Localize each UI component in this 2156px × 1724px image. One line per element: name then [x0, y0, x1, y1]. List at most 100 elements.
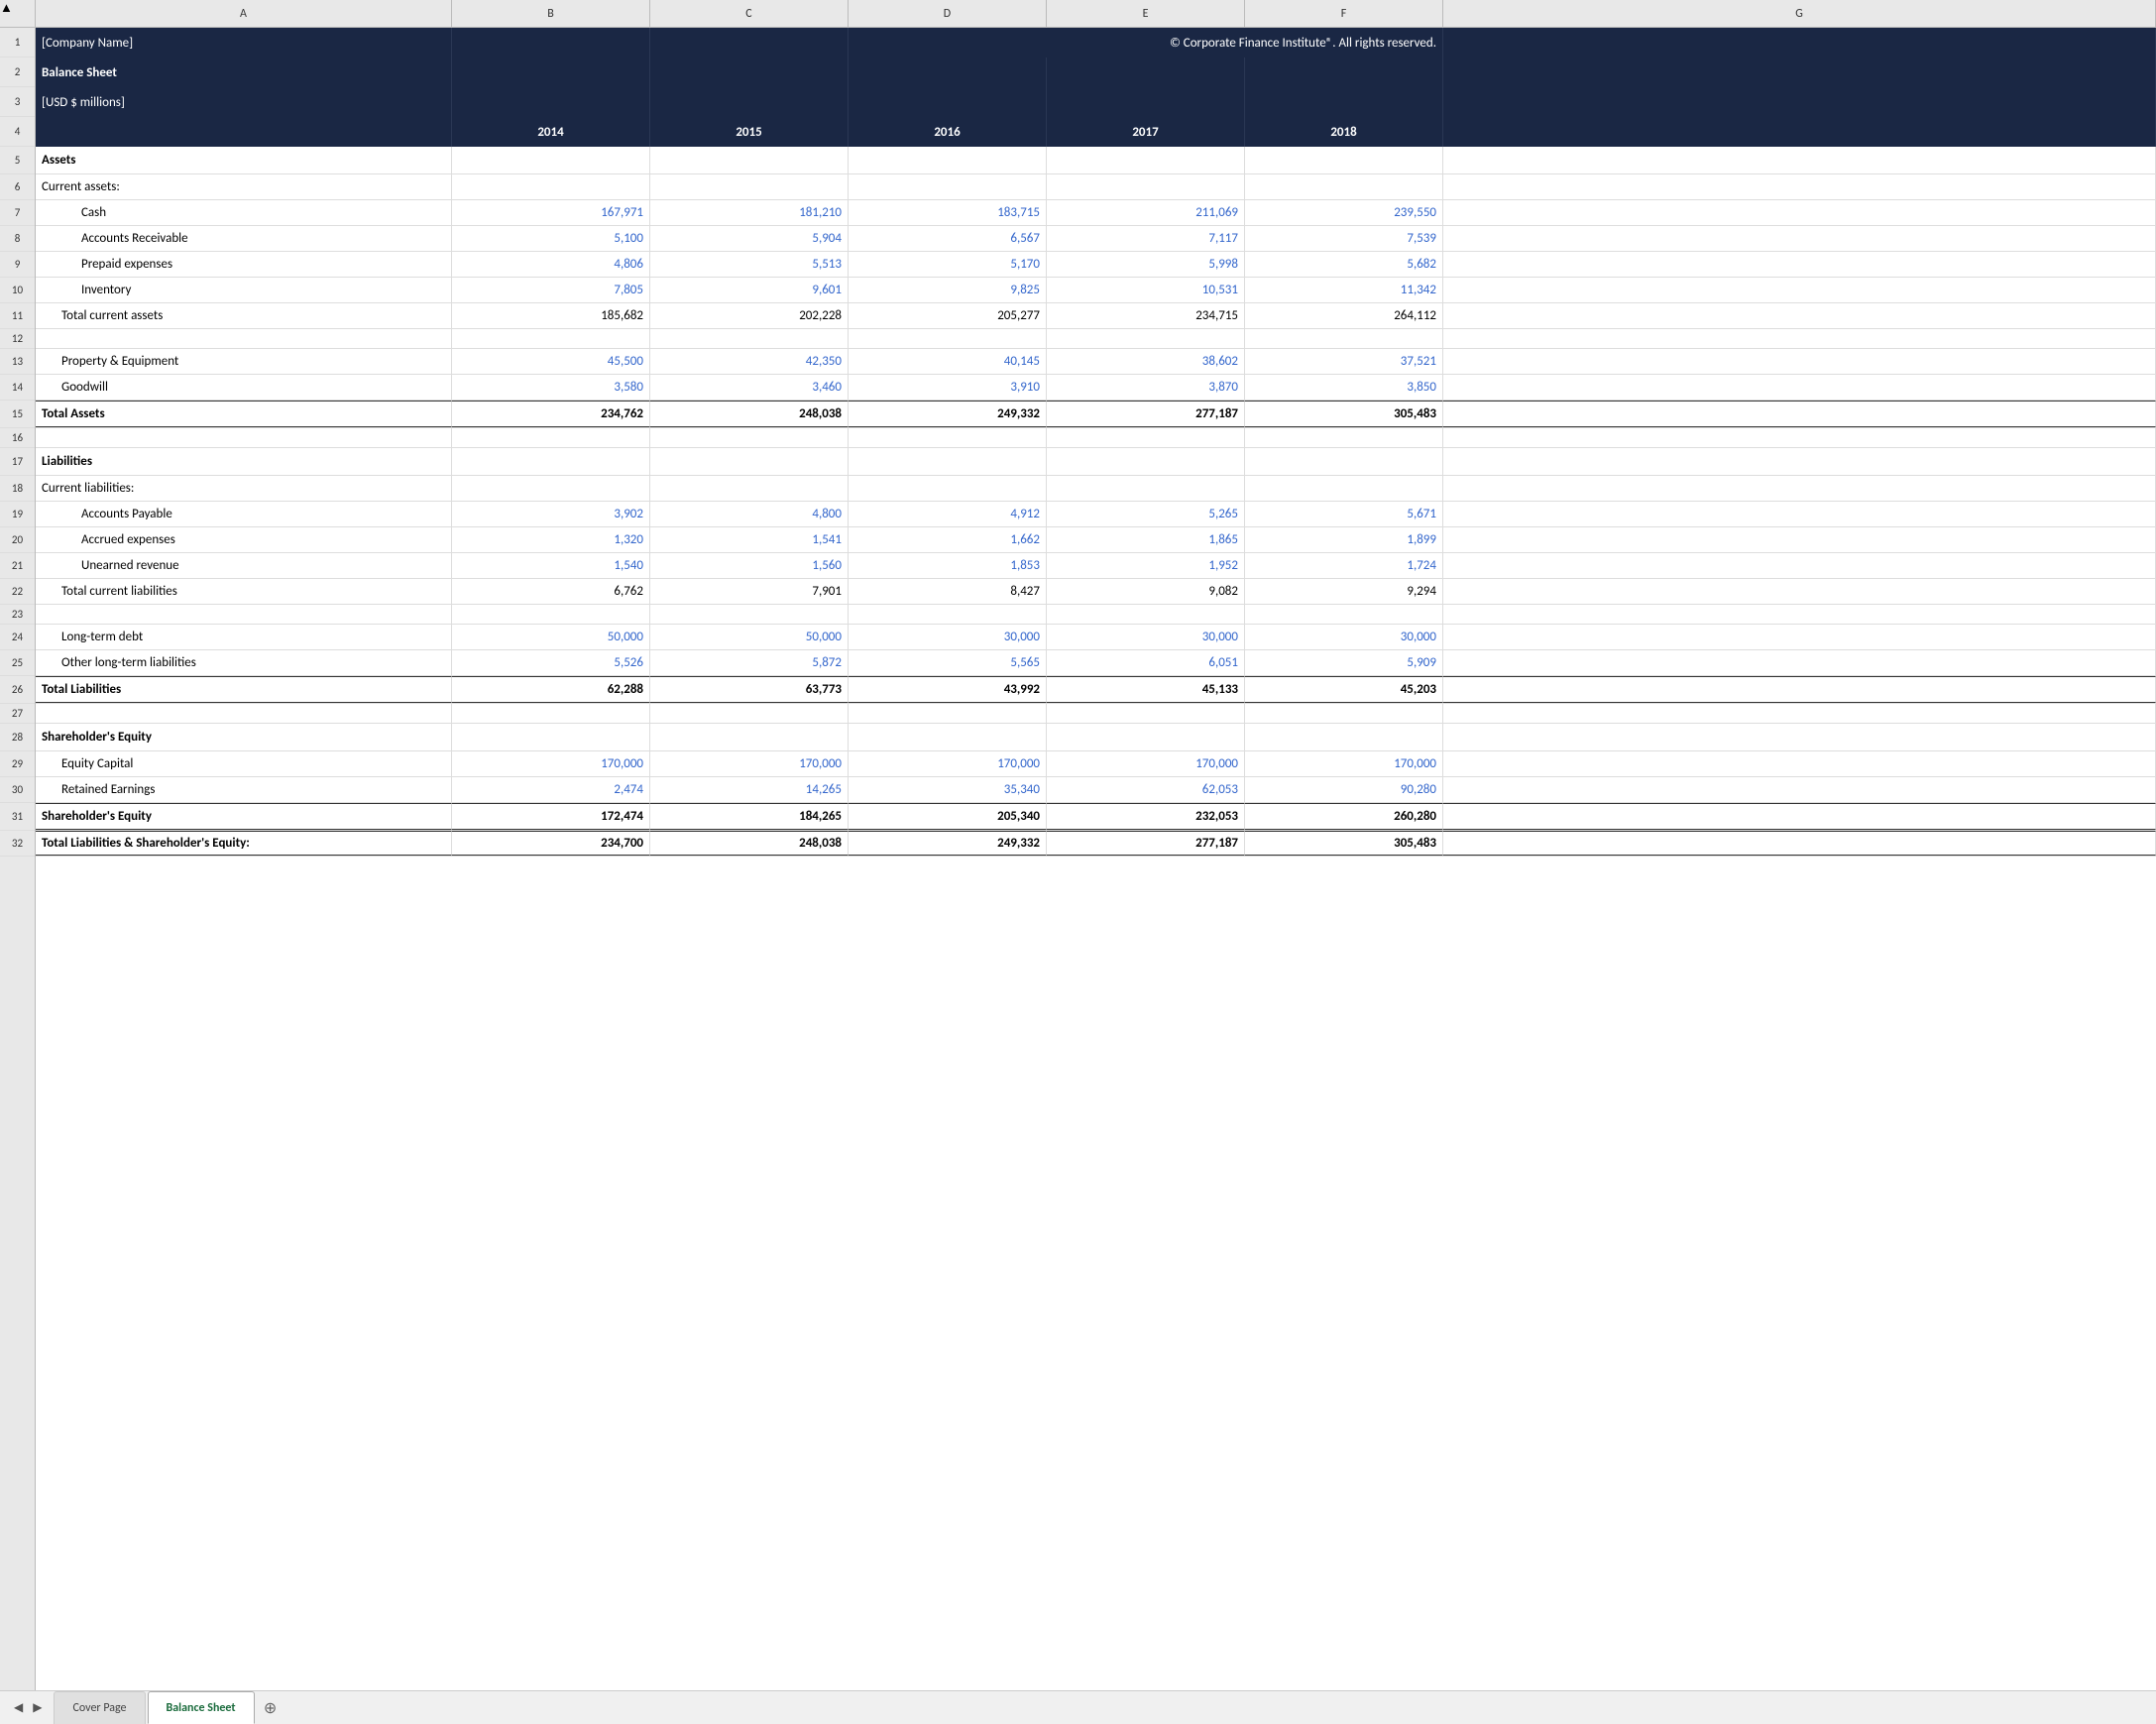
cell-r18-E[interactable]	[1047, 476, 1245, 501]
cell-r19-D[interactable]: 4,912	[849, 502, 1047, 526]
cell-r26-D[interactable]: 43,992	[849, 676, 1047, 703]
cell-r23-D[interactable]	[849, 605, 1047, 624]
cell-r5-B[interactable]	[452, 147, 650, 173]
cell-r6-D[interactable]	[849, 174, 1047, 199]
cell-r20-A[interactable]: Accrued expenses	[36, 527, 452, 552]
cell-r30-G[interactable]	[1443, 777, 2156, 802]
cell-r32-C[interactable]: 248,038	[650, 831, 849, 856]
cell-r3-A[interactable]: [USD $ millions]	[36, 87, 452, 117]
tab-cover-page[interactable]: Cover Page	[54, 1691, 145, 1724]
cell-r32-E[interactable]: 277,187	[1047, 831, 1245, 856]
cell-r10-B[interactable]: 7,805	[452, 278, 650, 302]
cell-r31-D[interactable]: 205,340	[849, 803, 1047, 830]
cell-r15-E[interactable]: 277,187	[1047, 401, 1245, 427]
cell-r26-C[interactable]: 63,773	[650, 676, 849, 703]
cell-r21-B[interactable]: 1,540	[452, 553, 650, 578]
cell-r9-G[interactable]	[1443, 252, 2156, 277]
cell-r27-F[interactable]	[1245, 704, 1443, 723]
cell-r26-A[interactable]: Total Liabilities	[36, 676, 452, 703]
cell-r18-B[interactable]	[452, 476, 650, 501]
cell-r19-G[interactable]	[1443, 502, 2156, 526]
nav-next-arrow[interactable]: ▶	[29, 1698, 46, 1717]
cell-r14-F[interactable]: 3,850	[1245, 375, 1443, 400]
cell-r6-G[interactable]	[1443, 174, 2156, 199]
cell-r2-C[interactable]	[650, 57, 849, 87]
cell-r11-E[interactable]: 234,715	[1047, 303, 1245, 328]
cell-r12-C[interactable]	[650, 329, 849, 348]
cell-r19-A[interactable]: Accounts Payable	[36, 502, 452, 526]
cell-r30-F[interactable]: 90,280	[1245, 777, 1443, 802]
cell-r3-G[interactable]	[1443, 87, 2156, 117]
cell-r24-E[interactable]: 30,000	[1047, 625, 1245, 649]
cell-r23-C[interactable]	[650, 605, 849, 624]
cell-r31-E[interactable]: 232,053	[1047, 803, 1245, 830]
cell-r32-B[interactable]: 234,700	[452, 831, 650, 856]
cell-r10-A[interactable]: Inventory	[36, 278, 452, 302]
cell-r31-G[interactable]	[1443, 803, 2156, 830]
cell-r8-E[interactable]: 7,117	[1047, 226, 1245, 251]
cell-r2-E[interactable]	[1047, 57, 1245, 87]
cell-r20-D[interactable]: 1,662	[849, 527, 1047, 552]
cell-r14-A[interactable]: Goodwill	[36, 375, 452, 400]
cell-r1-B[interactable]	[452, 28, 650, 57]
cell-r12-B[interactable]	[452, 329, 650, 348]
cell-r7-F[interactable]: 239,550	[1245, 200, 1443, 225]
cell-r2-B[interactable]	[452, 57, 650, 87]
cell-r9-B[interactable]: 4,806	[452, 252, 650, 277]
cell-r18-D[interactable]	[849, 476, 1047, 501]
col-header-b[interactable]: B	[452, 0, 650, 27]
cell-r17-F[interactable]	[1245, 448, 1443, 475]
cell-r9-F[interactable]: 5,682	[1245, 252, 1443, 277]
cell-r6-F[interactable]	[1245, 174, 1443, 199]
cell-r2-F[interactable]	[1245, 57, 1443, 87]
cell-r24-C[interactable]: 50,000	[650, 625, 849, 649]
cell-r13-G[interactable]	[1443, 349, 2156, 374]
cell-r25-G[interactable]	[1443, 650, 2156, 675]
col-header-d[interactable]: D	[849, 0, 1047, 27]
cell-r11-C[interactable]: 202,228	[650, 303, 849, 328]
cell-r8-D[interactable]: 6,567	[849, 226, 1047, 251]
cell-r17-A[interactable]: Liabilities	[36, 448, 452, 475]
cell-r13-B[interactable]: 45,500	[452, 349, 650, 374]
cell-r5-F[interactable]	[1245, 147, 1443, 173]
cell-r30-C[interactable]: 14,265	[650, 777, 849, 802]
cell-r15-G[interactable]	[1443, 401, 2156, 427]
cell-r18-F[interactable]	[1245, 476, 1443, 501]
col-header-e[interactable]: E	[1047, 0, 1245, 27]
cell-r21-D[interactable]: 1,853	[849, 553, 1047, 578]
cell-r19-F[interactable]: 5,671	[1245, 502, 1443, 526]
cell-r32-D[interactable]: 249,332	[849, 831, 1047, 856]
cell-r9-E[interactable]: 5,998	[1047, 252, 1245, 277]
cell-r25-C[interactable]: 5,872	[650, 650, 849, 675]
cell-r10-D[interactable]: 9,825	[849, 278, 1047, 302]
cell-r12-E[interactable]	[1047, 329, 1245, 348]
cell-r7-C[interactable]: 181,210	[650, 200, 849, 225]
cell-r28-D[interactable]	[849, 724, 1047, 750]
cell-r6-C[interactable]	[650, 174, 849, 199]
cell-r17-B[interactable]	[452, 448, 650, 475]
cell-r24-D[interactable]: 30,000	[849, 625, 1047, 649]
cell-r29-F[interactable]: 170,000	[1245, 751, 1443, 776]
cell-r27-B[interactable]	[452, 704, 650, 723]
cell-r9-D[interactable]: 5,170	[849, 252, 1047, 277]
cell-r22-C[interactable]: 7,901	[650, 579, 849, 604]
cell-r27-G[interactable]	[1443, 704, 2156, 723]
cell-r4-C[interactable]: 2015	[650, 117, 849, 147]
nav-prev-arrow[interactable]: ◀	[10, 1698, 27, 1717]
cell-r4-F[interactable]: 2018	[1245, 117, 1443, 147]
cell-r5-A[interactable]: Assets	[36, 147, 452, 173]
cell-r1-C[interactable]	[650, 28, 849, 57]
cell-r24-B[interactable]: 50,000	[452, 625, 650, 649]
cell-r22-A[interactable]: Total current liabilities	[36, 579, 452, 604]
cell-r24-G[interactable]	[1443, 625, 2156, 649]
cell-r3-D[interactable]	[849, 87, 1047, 117]
cell-r17-D[interactable]	[849, 448, 1047, 475]
cell-r1-D[interactable]: © Corporate Finance Institute®. All righ…	[849, 28, 1443, 57]
cell-r7-B[interactable]: 167,971	[452, 200, 650, 225]
cell-r20-F[interactable]: 1,899	[1245, 527, 1443, 552]
cell-r15-A[interactable]: Total Assets	[36, 401, 452, 427]
cell-r30-B[interactable]: 2,474	[452, 777, 650, 802]
cell-r26-F[interactable]: 45,203	[1245, 676, 1443, 703]
cell-r2-D[interactable]	[849, 57, 1047, 87]
cell-r2-A[interactable]: Balance Sheet	[36, 57, 452, 87]
